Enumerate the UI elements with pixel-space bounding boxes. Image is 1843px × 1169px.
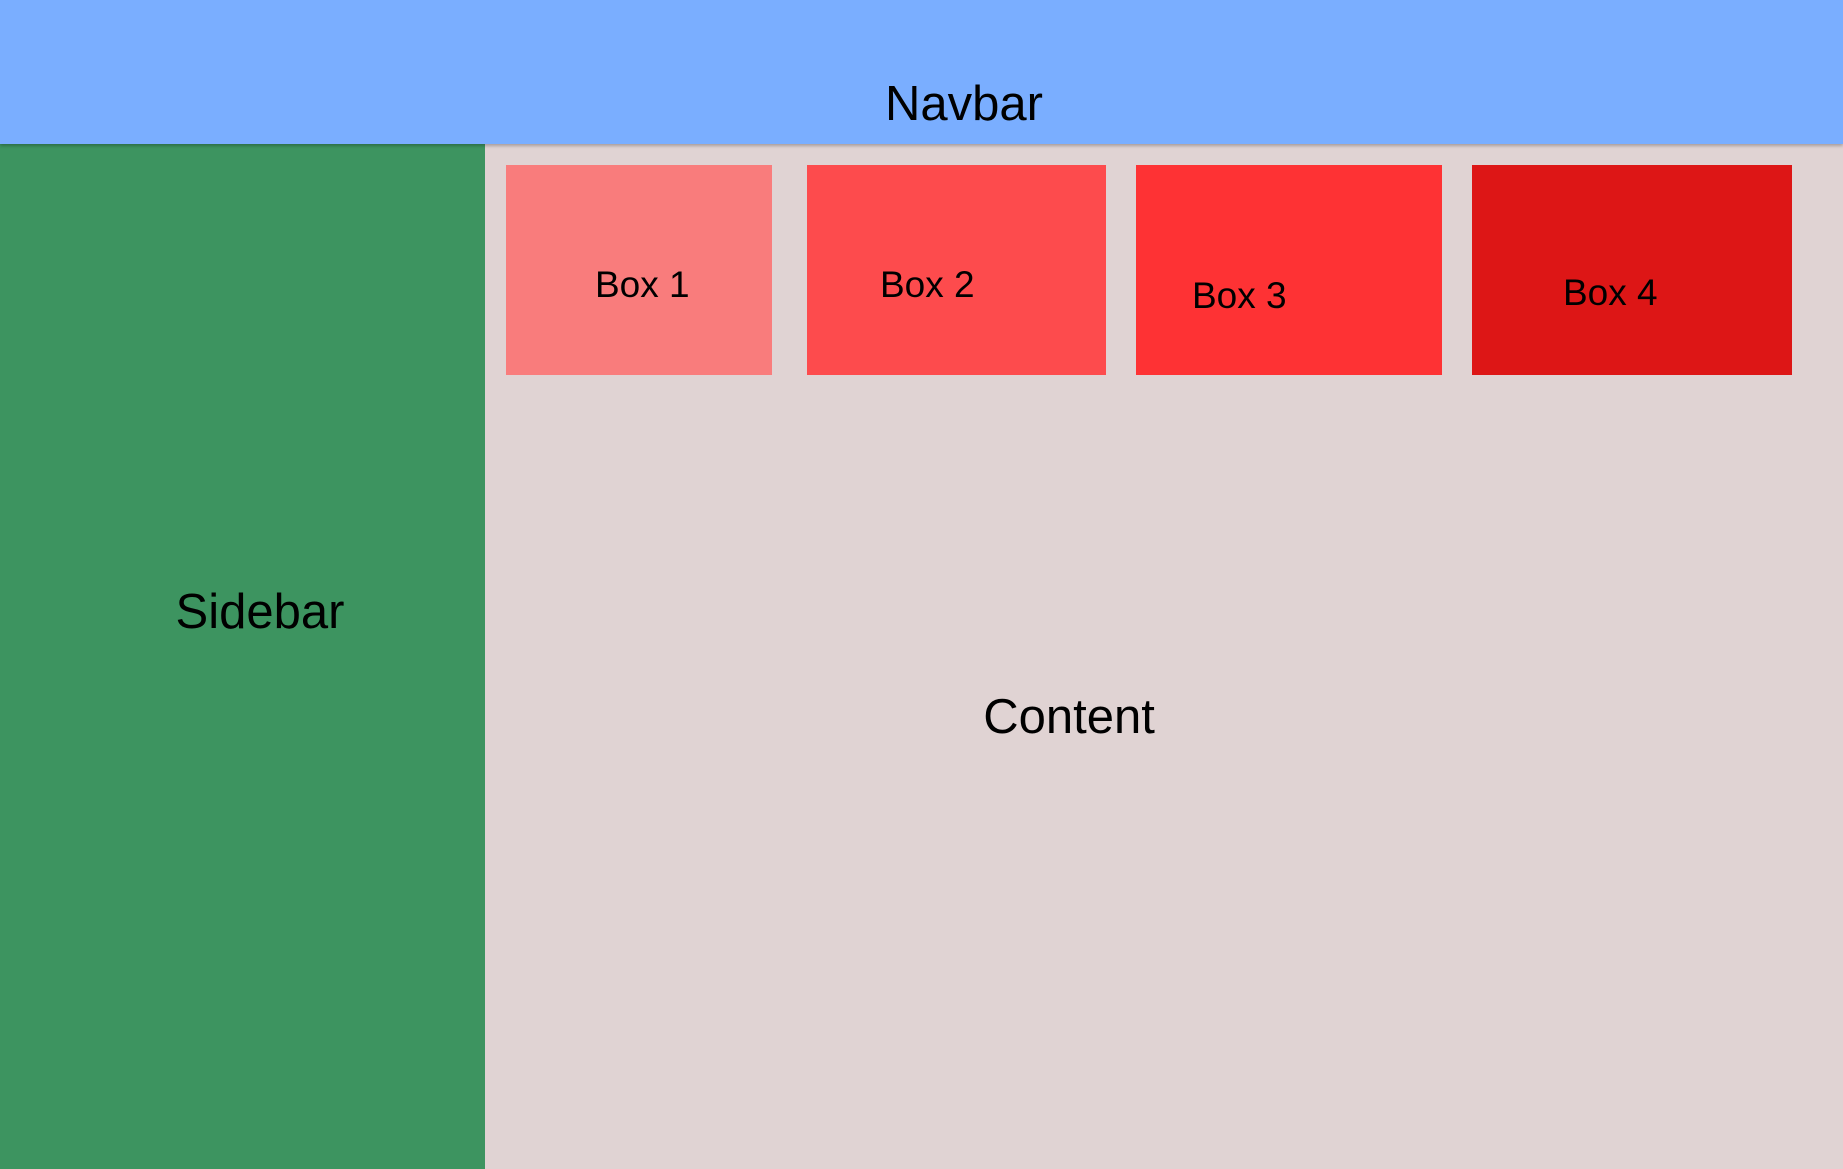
content-title: Content <box>983 690 1155 744</box>
box-2-label: Box 2 <box>880 264 975 305</box>
box-2: Box 2 <box>807 165 1106 375</box>
sidebar: Sidebar <box>0 144 485 1169</box>
box-4-label: Box 4 <box>1563 272 1658 313</box>
navbar-title: Navbar <box>885 77 1043 131</box>
box-4: Box 4 <box>1472 165 1792 375</box>
navbar: Navbar <box>0 0 1843 144</box>
box-3: Box 3 <box>1136 165 1442 375</box>
box-1-label: Box 1 <box>595 264 690 305</box>
box-3-label: Box 3 <box>1192 275 1287 316</box>
box-1: Box 1 <box>506 165 772 375</box>
page: Navbar Sidebar Content Box 1 Box 2 Box 3… <box>0 0 1843 1169</box>
sidebar-title: Sidebar <box>175 585 345 639</box>
